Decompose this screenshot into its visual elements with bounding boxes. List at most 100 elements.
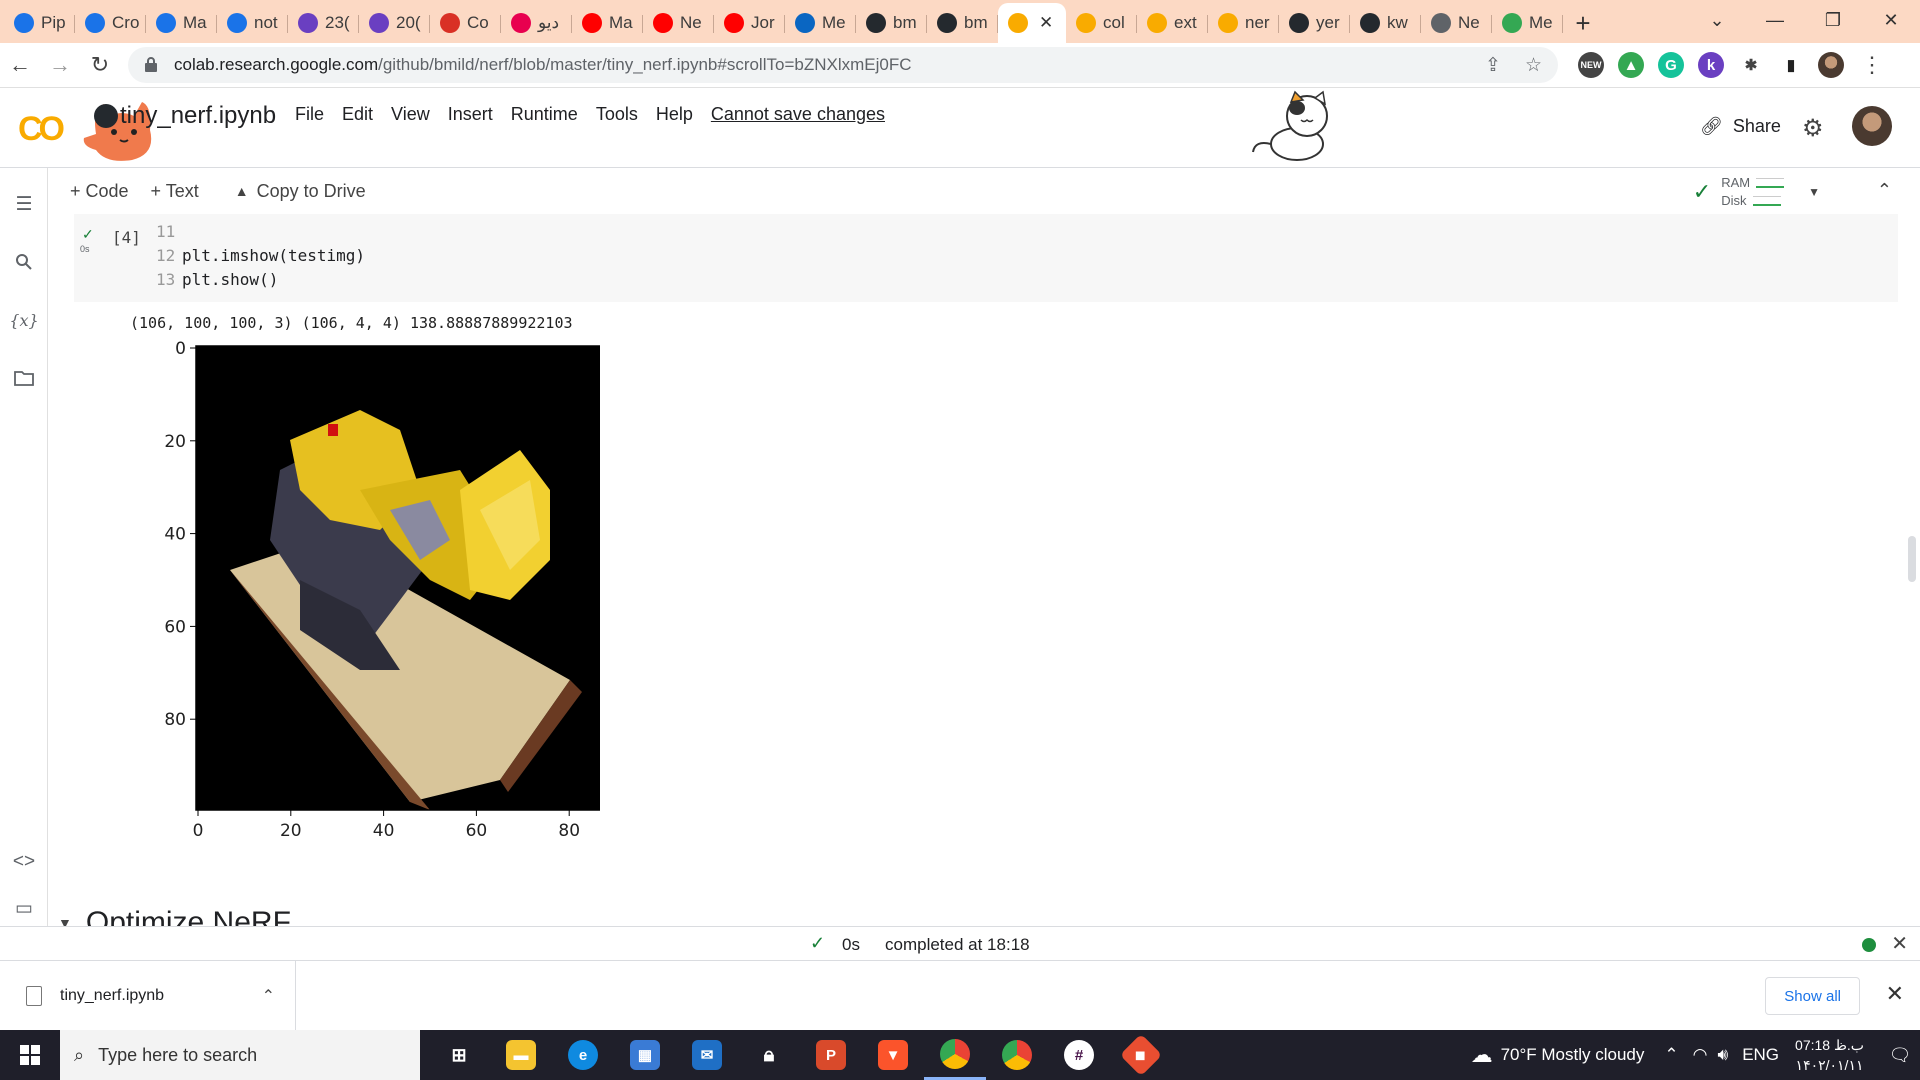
file-explorer-icon[interactable]: ▬	[490, 1030, 552, 1080]
bookmark-star-icon[interactable]: ☆	[1525, 54, 1542, 77]
browser-tab[interactable]: not	[217, 3, 288, 43]
forward-button[interactable]: →	[40, 45, 80, 85]
resource-monitor[interactable]: ✓ RAM Disk ▼	[1693, 174, 1820, 210]
browser-tab[interactable]: 20(	[359, 3, 430, 43]
minimize-button[interactable]: —	[1746, 0, 1804, 40]
wifi-icon[interactable]: ◠	[1693, 1045, 1708, 1065]
browser-tab[interactable]: Me	[1492, 3, 1563, 43]
section-heading[interactable]: ▼ Optimize NeRF	[58, 906, 291, 926]
browser-tab[interactable]: Ne	[1421, 3, 1492, 43]
profile-icon[interactable]	[1818, 52, 1844, 78]
brave-icon[interactable]: ▼	[862, 1030, 924, 1080]
add-code-button[interactable]: + Code	[70, 181, 129, 202]
menu-tools[interactable]: Tools	[596, 104, 638, 125]
browser-menu-icon[interactable]: ⋮	[1852, 45, 1892, 85]
download-item[interactable]: tiny_nerf.ipynb ⌃	[0, 961, 296, 1031]
browser-tab[interactable]: bm	[856, 3, 927, 43]
browser-tab[interactable]: yer	[1279, 3, 1350, 43]
chrome-profile-icon[interactable]	[986, 1030, 1048, 1080]
scrollbar[interactable]	[1908, 536, 1916, 582]
browser-tab[interactable]: 23(	[288, 3, 359, 43]
volume-icon[interactable]: 🔊︎	[1717, 1045, 1728, 1065]
add-text-button[interactable]: + Text	[151, 181, 199, 202]
collapse-caret-icon[interactable]: ▼	[58, 915, 72, 926]
code-line[interactable]: 12 plt.imshow(testimg)	[156, 246, 365, 265]
menu-file[interactable]: File	[295, 104, 324, 125]
p-app-icon[interactable]: P	[800, 1030, 862, 1080]
show-all-button[interactable]: Show all	[1765, 977, 1860, 1015]
browser-tab[interactable]: Pip	[4, 3, 75, 43]
collapse-header-icon[interactable]: ⌃	[1877, 180, 1892, 201]
start-button[interactable]	[0, 1030, 60, 1080]
store-icon[interactable]: ▦	[614, 1030, 676, 1080]
code-cell[interactable]: ✓ 0s [4] 11 12 plt.imshow(testimg) 13 plt.…	[74, 214, 1898, 302]
chevron-up-icon[interactable]: ⌃	[262, 986, 275, 1006]
close-tab-icon[interactable]: ✕	[1039, 13, 1053, 33]
edge-icon[interactable]: e	[552, 1030, 614, 1080]
code-line[interactable]: 11	[156, 222, 182, 241]
weather-widget[interactable]: ☁ 70°F Mostly cloudy	[1471, 1042, 1645, 1068]
cannot-save-link[interactable]: Cannot save changes	[711, 104, 885, 125]
resource-dropdown-icon[interactable]: ▼	[1808, 185, 1820, 199]
browser-tab[interactable]: bm	[927, 3, 998, 43]
close-window-button[interactable]: ✕	[1862, 0, 1920, 40]
browser-tab[interactable]: ner	[1208, 3, 1279, 43]
taskbar-search[interactable]: ⌕ Type here to search	[60, 1030, 420, 1080]
search-icon[interactable]	[12, 250, 36, 274]
browser-tab[interactable]: Ne	[643, 3, 714, 43]
close-downloads-icon[interactable]: ✕	[1886, 981, 1904, 1007]
new-ext-icon[interactable]: NEW	[1578, 52, 1604, 78]
kaggle-ext-icon[interactable]: k	[1698, 52, 1724, 78]
drive-ext-icon[interactable]: ▲	[1618, 52, 1644, 78]
browser-tab[interactable]: ext	[1137, 3, 1208, 43]
browser-tab[interactable]: col	[1066, 3, 1137, 43]
close-status-icon[interactable]: ✕	[1891, 931, 1908, 956]
browser-tab[interactable]: دیو	[501, 3, 572, 43]
language-indicator[interactable]: ENG	[1742, 1045, 1779, 1065]
cell-run-success-icon[interactable]: ✓	[82, 226, 94, 243]
code-snippets-icon[interactable]: <>	[12, 850, 36, 874]
browser-tab[interactable]: Ma	[146, 3, 217, 43]
browser-tab[interactable]: Co	[430, 3, 501, 43]
browser-tab[interactable]: Jor	[714, 3, 785, 43]
tab-search-icon[interactable]: ⌄	[1688, 0, 1746, 40]
git-icon[interactable]: ◆	[1110, 1030, 1172, 1080]
avatar[interactable]	[1852, 106, 1892, 146]
menu-insert[interactable]: Insert	[448, 104, 493, 125]
code-line[interactable]: 13 plt.show()	[156, 270, 278, 289]
chevron-up-icon[interactable]: ⌃	[1664, 1045, 1678, 1065]
settings-gear-icon[interactable]: ⚙	[1802, 114, 1824, 143]
address-bar[interactable]: colab.research.google.com/github/bmild/n…	[128, 47, 1558, 83]
task-view-icon[interactable]: ⊞	[428, 1030, 490, 1080]
variables-icon[interactable]: {x}	[9, 308, 38, 332]
notebook-title[interactable]: tiny_nerf.ipynb	[120, 102, 276, 130]
browser-tab[interactable]: Ma	[572, 3, 643, 43]
folder-icon[interactable]	[12, 366, 36, 390]
chrome-icon[interactable]	[924, 1030, 986, 1080]
new-tab-button[interactable]: +	[1563, 3, 1603, 43]
notification-icon[interactable]: 🗨︎	[1880, 1045, 1920, 1066]
menu-help[interactable]: Help	[656, 104, 693, 125]
puzzle-icon[interactable]: ✱	[1738, 52, 1764, 78]
lock-icon[interactable]	[144, 56, 162, 74]
browser-tab[interactable]: Me	[785, 3, 856, 43]
sidepanel-icon[interactable]: ▮	[1778, 52, 1804, 78]
command-palette-icon[interactable]: ▭	[12, 896, 36, 920]
grammarly-icon[interactable]: G	[1658, 52, 1684, 78]
lock-app-icon[interactable]: 🔒︎	[738, 1030, 800, 1080]
share-button[interactable]: 🔗︎ Share	[1700, 116, 1781, 137]
browser-tab[interactable]: Cro	[75, 3, 146, 43]
colab-logo[interactable]: CO	[18, 110, 65, 149]
slack-icon[interactable]: #	[1048, 1030, 1110, 1080]
menu-edit[interactable]: Edit	[342, 104, 373, 125]
browser-tab[interactable]: ✕	[998, 3, 1066, 43]
browser-tab[interactable]: kw	[1350, 3, 1421, 43]
reload-button[interactable]: ↻	[80, 45, 120, 85]
restore-button[interactable]: ❐	[1804, 0, 1862, 40]
menu-view[interactable]: View	[391, 104, 430, 125]
back-button[interactable]: ←	[0, 45, 40, 85]
table-of-contents-icon[interactable]: ☰	[12, 192, 36, 216]
mail-icon[interactable]: ✉	[676, 1030, 738, 1080]
share-page-icon[interactable]: ⇪	[1485, 54, 1501, 77]
copy-to-drive-button[interactable]: ▲ Copy to Drive	[235, 181, 366, 202]
